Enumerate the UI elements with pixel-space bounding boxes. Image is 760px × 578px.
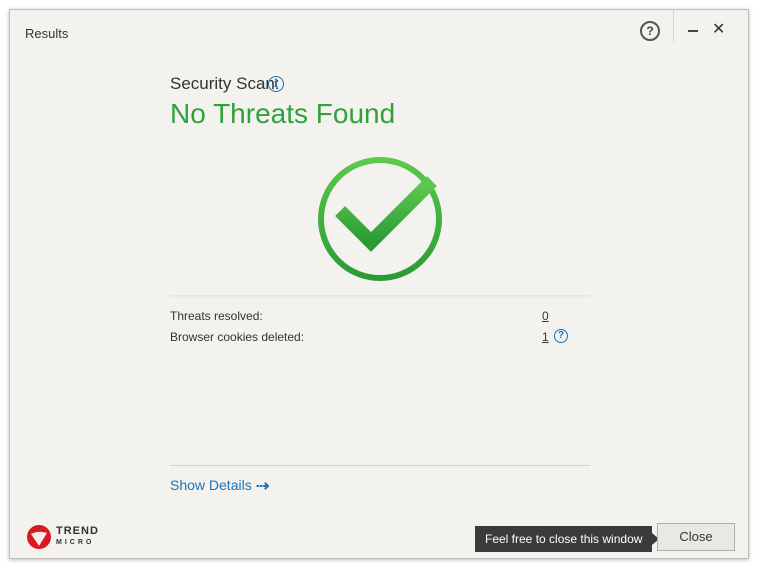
window-title: Results bbox=[25, 26, 69, 41]
close-hint-tooltip: Feel free to close this window bbox=[475, 526, 660, 552]
brand-line-2: MICRO bbox=[56, 539, 95, 546]
close-icon[interactable]: ✕ bbox=[712, 19, 725, 39]
help-icon[interactable]: ? bbox=[640, 21, 660, 41]
titlebar-divider bbox=[673, 10, 674, 43]
trend-micro-logo bbox=[27, 525, 51, 549]
threats-resolved-value[interactable]: 0 bbox=[542, 309, 549, 323]
cookies-deleted-label: Browser cookies deleted: bbox=[170, 330, 305, 344]
result-shelf bbox=[170, 295, 590, 299]
brand-name: TREND MICRO bbox=[56, 526, 99, 548]
brand-line-1: TREND bbox=[56, 525, 99, 537]
arrow-right-icon[interactable]: ⇢ bbox=[256, 476, 269, 496]
cookies-deleted-value[interactable]: 1 bbox=[542, 330, 549, 344]
results-window: Results ? ✕ Security Scan: i No Threats … bbox=[9, 9, 749, 559]
show-details-link[interactable]: Show Details bbox=[170, 477, 252, 493]
checkmark-icon bbox=[318, 157, 442, 281]
scan-result-headline: No Threats Found bbox=[170, 98, 396, 129]
info-icon[interactable]: i bbox=[268, 76, 284, 92]
close-button[interactable]: Close bbox=[657, 523, 735, 551]
question-icon[interactable]: ? bbox=[554, 329, 568, 343]
security-scan-label: Security Scan: bbox=[170, 74, 280, 93]
details-divider bbox=[170, 465, 590, 466]
threats-resolved-label: Threats resolved: bbox=[170, 309, 263, 323]
minimize-icon[interactable] bbox=[685, 22, 701, 38]
